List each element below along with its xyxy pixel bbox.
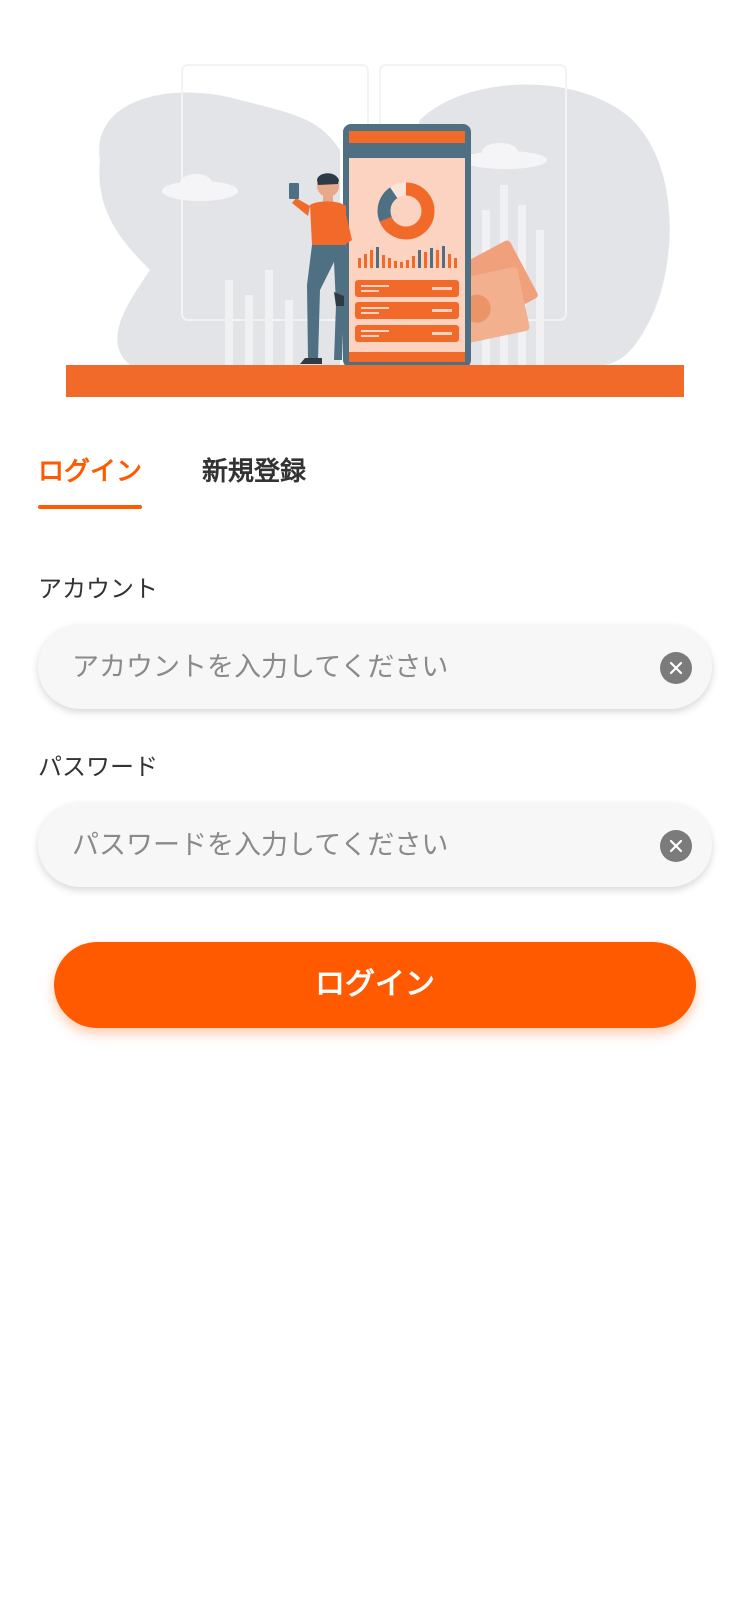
finance-app-illustration bbox=[66, 64, 684, 397]
active-tab-indicator bbox=[38, 505, 142, 509]
tab-login[interactable]: ログイン bbox=[38, 452, 142, 492]
account-label: アカウント bbox=[38, 575, 158, 603]
password-input[interactable] bbox=[72, 803, 612, 887]
login-button[interactable]: ログイン bbox=[54, 942, 696, 1028]
password-field bbox=[38, 803, 712, 887]
account-input[interactable] bbox=[72, 625, 612, 709]
tab-register[interactable]: 新規登録 bbox=[202, 452, 306, 492]
auth-tabs: ログイン 新規登録 bbox=[38, 452, 718, 512]
password-label: パスワード bbox=[38, 753, 158, 781]
password-clear-button[interactable] bbox=[660, 830, 692, 862]
account-field bbox=[38, 625, 712, 709]
account-clear-button[interactable] bbox=[660, 652, 692, 684]
clear-icon bbox=[669, 661, 683, 675]
hero-illustration bbox=[0, 0, 750, 410]
clear-icon bbox=[669, 839, 683, 853]
